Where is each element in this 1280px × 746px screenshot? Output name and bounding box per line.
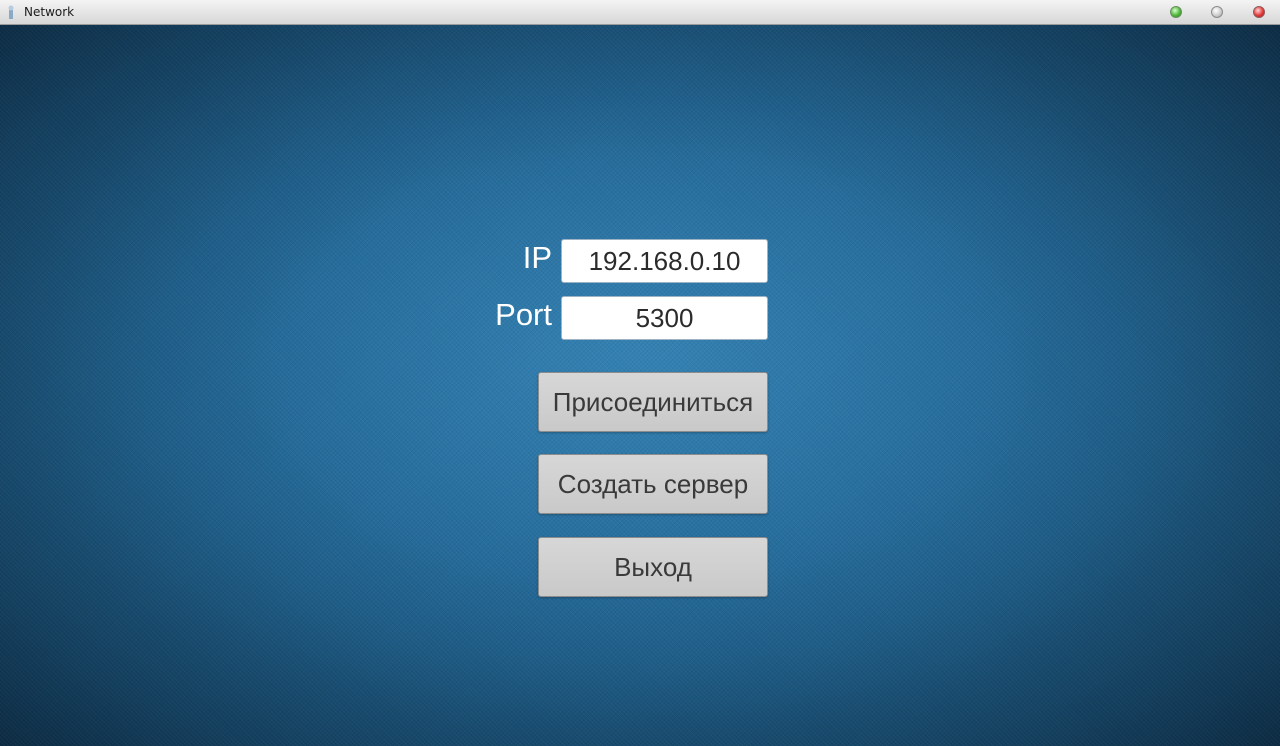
port-input[interactable]: 5300 (561, 296, 768, 340)
port-label: Port (495, 297, 552, 332)
ip-label: IP (522, 240, 552, 275)
app-icon (8, 5, 14, 19)
maximize-button[interactable] (1211, 6, 1223, 18)
close-button[interactable] (1253, 6, 1265, 18)
minimize-button[interactable] (1170, 6, 1182, 18)
main-area: IP 192.168.0.10 Port 5300 Присоединиться… (0, 25, 1280, 746)
window-title: Network (24, 5, 75, 19)
exit-button[interactable]: Выход (538, 537, 768, 597)
create-server-button[interactable]: Создать сервер (538, 454, 768, 514)
app-window: Network IP 192.168.0.10 Port 5300 Присое… (0, 0, 1280, 746)
connect-button[interactable]: Присоединиться (538, 372, 768, 432)
ip-input[interactable]: 192.168.0.10 (561, 239, 768, 283)
title-bar[interactable]: Network (0, 0, 1280, 25)
